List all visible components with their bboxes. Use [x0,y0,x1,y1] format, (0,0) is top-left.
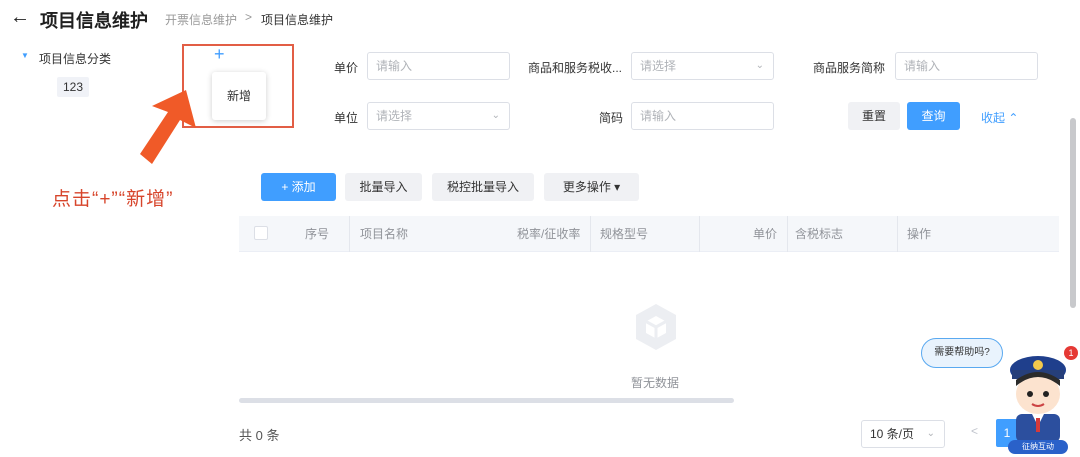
reset-button[interactable]: 重置 [848,102,900,130]
breadcrumb-item-invoice-info[interactable]: 开票信息维护 [165,11,237,28]
breadcrumb-item-current: 项目信息维护 [261,13,334,27]
help-mascot-icon[interactable] [1002,350,1074,442]
table-header: 序号 项目名称 税率/征收率 规格型号 单价 含税标志 操作 [239,216,1059,252]
help-bubble[interactable]: 需要帮助吗? [921,338,1003,368]
unit-placeholder: 请选择 [376,109,413,123]
tax-category-select[interactable]: 请选择 ⌄ [631,52,774,80]
select-all-checkbox[interactable] [254,226,268,240]
vertical-scrollbar[interactable] [1070,118,1076,308]
column-header-unit-price: 单价 [753,227,778,241]
breadcrumb-separator: > [245,10,253,24]
tree-child-item[interactable]: 123 [57,77,89,97]
tax-batch-import-button[interactable]: 税控批量导入 [432,173,534,201]
tax-category-label: 商品和服务税收... [528,61,623,75]
unit-price-label: 单价 [334,61,359,75]
batch-import-button[interactable]: 批量导入 [345,173,422,201]
annotation-arrow-icon [140,90,196,164]
empty-box-icon [636,304,676,350]
empty-state-text: 暂无数据 [631,376,680,390]
code-label: 简码 [599,111,624,125]
unit-price-input[interactable]: 请输入 [367,52,510,80]
unit-select[interactable]: 请选择 ⌄ [367,102,510,130]
chevron-down-icon: ⌄ [755,60,764,71]
total-count: 共 0 条 [239,428,280,443]
tax-category-placeholder: 请选择 [640,59,677,73]
add-button[interactable]: + 添加 [261,173,336,201]
help-label[interactable]: 征纳互动 [1008,440,1068,454]
chevron-down-icon: ⌄ [926,428,935,439]
annotation-instruction: 点击“+”“新增” [52,189,174,210]
notification-badge: 1 [1064,346,1078,360]
collapse-link[interactable]: 收起 ⌃ [981,109,1018,126]
query-button[interactable]: 查询 [907,102,960,130]
horizontal-scrollbar[interactable] [239,398,734,403]
prev-page-button[interactable]: < [971,424,978,438]
short-name-label: 商品服务简称 [813,61,886,75]
unit-label: 单位 [334,111,359,125]
chevron-down-icon: ⌄ [491,110,500,121]
column-header-spec: 规格型号 [600,227,649,241]
column-header-actions: 操作 [907,227,932,241]
page-title: 项目信息维护 [40,11,148,31]
arrow-left-icon[interactable]: ← [10,6,30,29]
tree-root-label[interactable]: 项目信息分类 [39,50,111,67]
more-actions-button[interactable]: 更多操作 ▾ [544,173,639,201]
column-header-name: 项目名称 [360,227,409,241]
code-input[interactable]: 请输入 [631,102,774,130]
page-size-select[interactable]: 10 条/页 ⌄ [861,420,945,448]
page-size-value: 10 条/页 [870,427,915,441]
popup-add-item[interactable]: 新增 [212,72,266,120]
caret-down-icon[interactable]: ▼ [21,51,29,60]
column-header-index: 序号 [305,227,330,241]
column-header-tax-flag: 含税标志 [795,227,844,241]
short-name-input[interactable]: 请输入 [895,52,1038,80]
column-header-tax-rate: 税率/征收率 [517,227,581,241]
